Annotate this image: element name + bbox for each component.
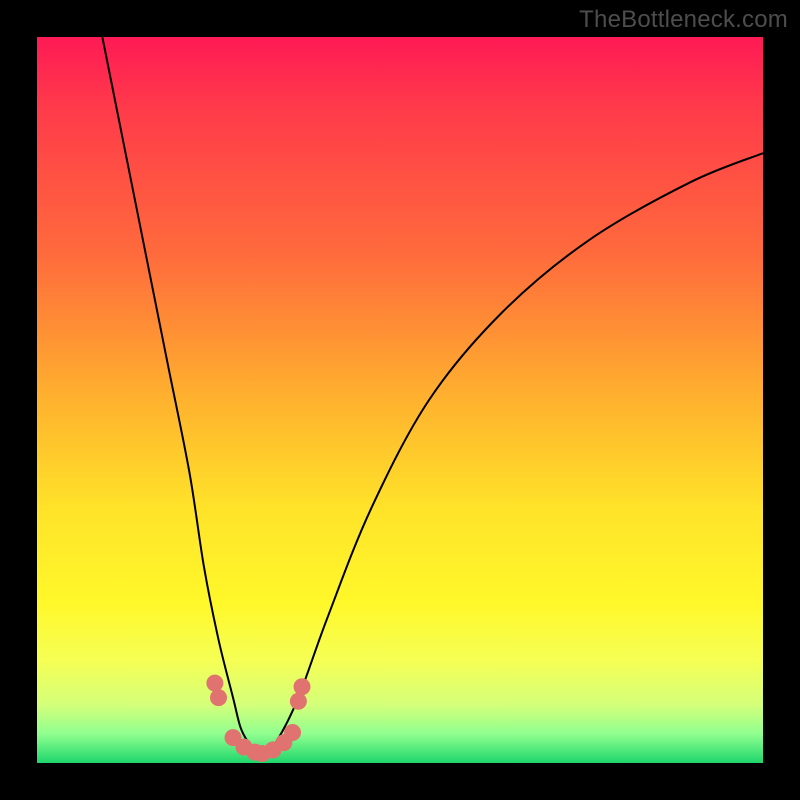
marker-point [206,675,223,692]
watermark-text: TheBottleneck.com [579,6,788,34]
marker-point [210,689,227,706]
marker-point [293,678,310,695]
marker-point [290,693,307,710]
curve-left-branch [102,37,262,756]
marker-point [284,724,301,741]
outer-frame: TheBottleneck.com [0,0,800,800]
curve-right-branch [262,153,763,756]
marker-points [206,675,310,762]
plot-area [37,37,763,763]
curve-layer [37,37,763,763]
bottleneck-curves [102,37,763,756]
